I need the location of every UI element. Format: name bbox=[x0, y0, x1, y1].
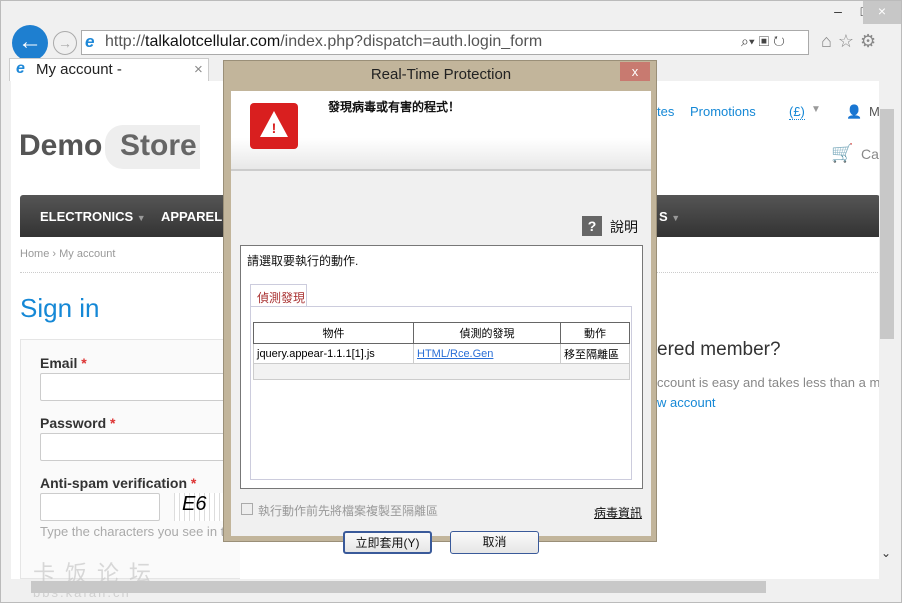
dialog-title: Real-Time Protection bbox=[370, 66, 512, 83]
breadcrumb: Home › My account bbox=[20, 248, 116, 260]
warning-icon: ! bbox=[250, 103, 298, 149]
email-field[interactable] bbox=[40, 373, 230, 401]
email-label: Email * bbox=[40, 355, 87, 371]
favorites-star-icon[interactable]: ☆ bbox=[838, 31, 860, 51]
store-logo-store[interactable]: Store bbox=[105, 125, 200, 169]
cancel-button[interactable]: 取消 bbox=[450, 531, 539, 554]
create-account-link[interactable]: w account bbox=[657, 395, 716, 410]
action-cell[interactable]: 移至隔離區 bbox=[560, 343, 630, 364]
column-header-detection: 偵測的發現 bbox=[413, 322, 561, 344]
tab-close-icon[interactable]: × bbox=[194, 61, 203, 78]
cart-icon[interactable]: 🛒 bbox=[831, 143, 853, 164]
real-time-protection-dialog: Real-Time Protection x ! 發現病毒或有害的程式！ ? 說… bbox=[223, 60, 657, 554]
captcha-field[interactable] bbox=[40, 493, 160, 521]
watermark: 卡饭论坛 bbox=[33, 561, 162, 586]
promotions-link[interactable]: Promotions bbox=[690, 104, 756, 119]
scroll-down-icon[interactable]: ⌄ bbox=[881, 546, 891, 560]
help-icon[interactable]: ? bbox=[582, 216, 602, 236]
vertical-scroll-thumb[interactable] bbox=[880, 109, 894, 339]
url-text[interactable]: http://talkalotcellular.com/index.php?di… bbox=[105, 33, 542, 51]
page-title: Sign in bbox=[20, 293, 100, 323]
forward-button[interactable]: → bbox=[53, 31, 77, 55]
tab-detections[interactable]: 偵測發現 bbox=[250, 284, 307, 306]
help-link[interactable]: 說明 bbox=[610, 217, 638, 237]
column-header-action: 動作 bbox=[560, 322, 630, 344]
home-icon[interactable]: ⌂ bbox=[821, 31, 838, 51]
object-cell: jquery.appear-1.1.1[1].js bbox=[253, 343, 414, 364]
refresh-icon[interactable]: ↻ bbox=[773, 33, 785, 49]
dialog-close-button[interactable]: x bbox=[620, 62, 650, 81]
detections-table: 物件 偵測的發現 動作 jquery.appear-1.1.1[1].js HTML/… bbox=[253, 322, 630, 380]
gear-icon[interactable]: ⚙ bbox=[860, 31, 882, 51]
detection-link[interactable]: HTML/Rce.Gen bbox=[417, 348, 493, 360]
compat-icon[interactable]: ▣ bbox=[759, 33, 770, 49]
watermark-url: bbs.kafan.cn bbox=[33, 585, 131, 600]
instruction-text: 請選取要執行的動作. bbox=[247, 254, 359, 268]
tab-my-account[interactable]: e My account - × bbox=[9, 58, 209, 81]
registered-member-heading: ered member? bbox=[657, 339, 781, 360]
cart-link[interactable]: Ca bbox=[861, 146, 879, 162]
password-label: Password * bbox=[40, 415, 116, 431]
captcha-hint: Type the characters you see in t bbox=[40, 524, 225, 539]
checkbox-label: 執行動作前先將檔案複製至隔離區 bbox=[258, 504, 439, 518]
ie-icon: e bbox=[16, 60, 25, 77]
nav-apparel[interactable]: APPAREL bbox=[161, 209, 222, 224]
nav-electronics[interactable]: ELECTRONICS ▼ bbox=[40, 209, 146, 224]
table-row[interactable]: jquery.appear-1.1.1[1].js HTML/Rce.Gen 移至隔… bbox=[253, 343, 630, 364]
virus-info-link[interactable]: 病毒資訊 bbox=[594, 504, 642, 521]
antispam-label: Anti-spam verification * bbox=[40, 475, 197, 491]
apply-now-button[interactable]: 立即套用(Y) bbox=[343, 531, 432, 554]
chevron-down-icon: ▼ bbox=[811, 104, 821, 115]
alert-message: 發現病毒或有害的程式！ bbox=[328, 100, 461, 114]
close-window-button[interactable]: × bbox=[863, 1, 901, 24]
currency-selector[interactable]: (£) bbox=[789, 104, 805, 120]
user-icon: 👤 bbox=[846, 104, 863, 119]
minimize-button[interactable]: – bbox=[823, 1, 853, 21]
search-icon[interactable]: ⌕▾ bbox=[741, 33, 755, 49]
nav-item[interactable]: S ▼ bbox=[659, 209, 680, 224]
ie-icon: e bbox=[85, 32, 95, 51]
tab-title: My account - bbox=[36, 61, 122, 78]
back-button[interactable]: ← bbox=[12, 25, 48, 61]
breadcrumb-home[interactable]: Home bbox=[20, 248, 49, 260]
column-header-object: 物件 bbox=[253, 322, 414, 344]
store-logo[interactable]: Demo bbox=[19, 129, 102, 163]
copy-to-quarantine-checkbox[interactable] bbox=[241, 503, 253, 515]
registration-text: ccount is easy and takes less than a m bbox=[657, 375, 881, 390]
captcha-image: E6 bbox=[174, 493, 224, 521]
password-field[interactable] bbox=[40, 433, 230, 461]
top-link[interactable]: tes bbox=[657, 104, 674, 119]
